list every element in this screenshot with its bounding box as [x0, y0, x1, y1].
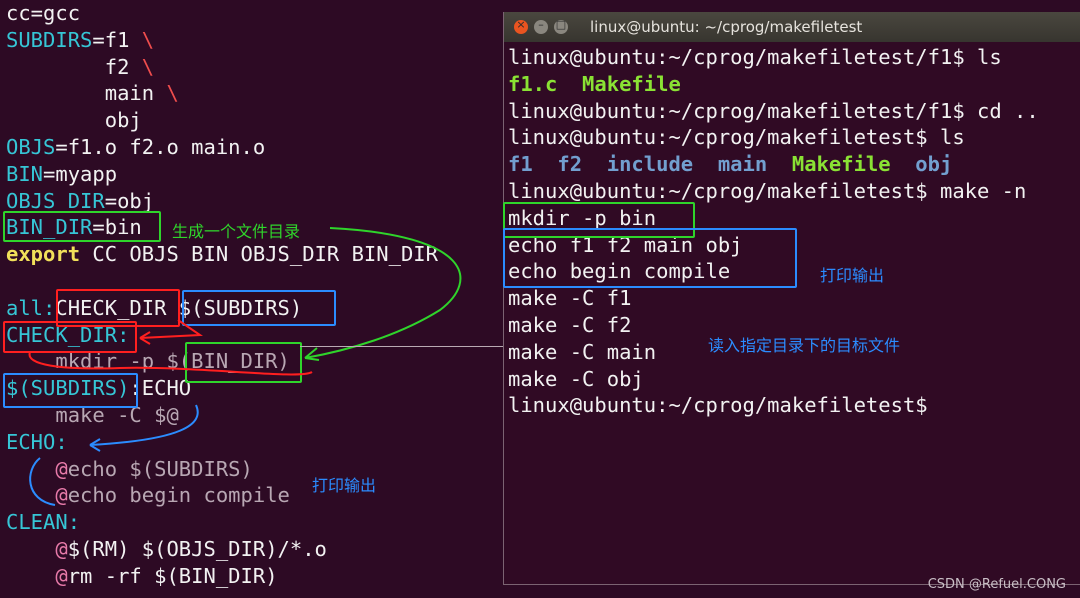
terminal-token: f1 f2 include main — [508, 152, 792, 177]
terminal-line: make -C obj — [508, 366, 1080, 393]
terminal-line: linux@ubuntu:~/cprog/makefiletest/f1$ cd… — [508, 98, 1080, 125]
terminal-line: linux@ubuntu:~/cprog/makefiletest$ — [508, 392, 1080, 419]
watermark: CSDN @Refuel.CONG — [927, 577, 1066, 592]
terminal-token: linux@ubuntu:~/cprog/makefiletest$ make … — [508, 178, 1027, 203]
note-print-output-terminal: 打印输出 — [820, 266, 885, 285]
terminal-token: linux@ubuntu:~/cprog/makefiletest$ ls — [508, 125, 965, 150]
terminal-token: make -C f2 — [508, 312, 632, 337]
terminal-token: make -C obj — [508, 366, 644, 391]
terminal-token: make -C main — [508, 339, 657, 364]
terminal-line: linux@ubuntu:~/cprog/makefiletest$ ls — [508, 124, 1080, 151]
terminal-token: linux@ubuntu:~/cprog/makefiletest/f1$ cd… — [508, 98, 1039, 123]
terminal-token: obj — [890, 152, 953, 177]
terminal-token: linux@ubuntu:~/cprog/makefiletest/f1$ ls — [508, 45, 1002, 69]
echo-output-box — [503, 228, 797, 288]
maximize-icon[interactable]: □ — [554, 18, 568, 34]
note-read-target: 读入指定目录下的目标文件 — [708, 336, 901, 355]
terminal-token: Makefile — [791, 152, 891, 177]
note-generate-dir: 生成一个文件目录 — [172, 222, 301, 241]
note-print-output-code: 打印输出 — [312, 476, 377, 495]
close-icon[interactable]: × — [514, 18, 528, 34]
terminal-line: make -C f1 — [508, 285, 1080, 312]
terminal-token: linux@ubuntu:~/cprog/makefiletest$ — [508, 393, 928, 418]
terminal-line: f1.c Makefile — [508, 71, 1080, 98]
terminal-line: f1 f2 include main Makefile obj — [508, 151, 1080, 178]
connector-line — [300, 346, 503, 347]
terminal-window: × – □ linux@ubuntu: ~/cprog/makefiletest… — [503, 12, 1080, 585]
terminal-line: linux@ubuntu:~/cprog/makefiletest/f1$ ls — [508, 44, 1080, 71]
terminal-title: linux@ubuntu: ~/cprog/makefiletest — [590, 18, 863, 36]
terminal-token: f1.c Makefile — [508, 71, 681, 96]
terminal-line: linux@ubuntu:~/cprog/makefiletest$ make … — [508, 178, 1080, 205]
minimize-icon[interactable]: – — [534, 18, 548, 34]
terminal-titlebar: × – □ linux@ubuntu: ~/cprog/makefiletest — [504, 12, 1080, 42]
terminal-token: make -C f1 — [508, 286, 632, 311]
